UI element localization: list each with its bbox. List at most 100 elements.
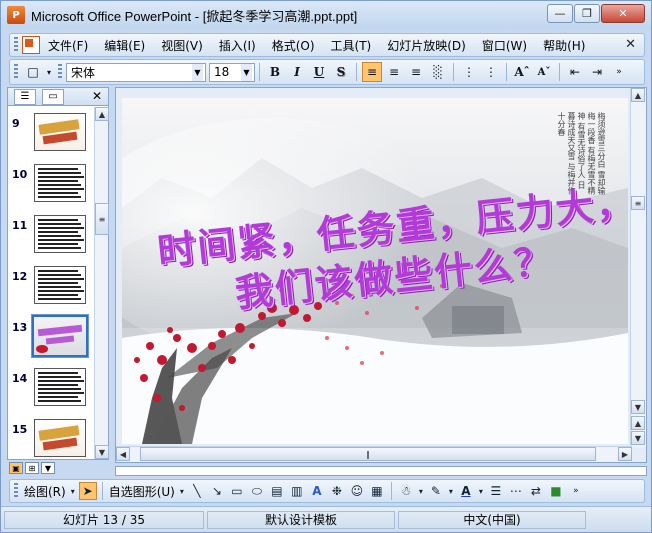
slide-horizontal-scrollbar[interactable]: ◀ ‖ ▶ xyxy=(116,446,632,462)
current-slide[interactable]: 梅须逊雪三分白 雪却输梅一段香 有梅无雪不精神 有雪无诗俗了人 日暮诗成天又雪 … xyxy=(122,98,628,444)
menu-slideshow[interactable]: 幻灯片放映(D) xyxy=(387,37,466,54)
chevron-down-icon[interactable]: ▾ xyxy=(477,482,485,500)
toolbar-options-icon[interactable]: » xyxy=(609,62,629,82)
slide-thumbnail[interactable] xyxy=(31,314,89,358)
notes-pane[interactable] xyxy=(115,466,647,476)
outline-tab-icon[interactable]: ☰ xyxy=(14,88,36,105)
slide-thumbnail-item[interactable]: 11 xyxy=(8,215,94,261)
powerpoint-icon[interactable]: P xyxy=(7,6,25,24)
slide-thumbnail[interactable] xyxy=(34,113,86,151)
fill-color-icon[interactable]: ☃ xyxy=(397,482,415,500)
menu-window[interactable]: 窗口(W) xyxy=(482,37,527,54)
next-slide-icon[interactable]: ▼ xyxy=(631,431,645,445)
menu-tools[interactable]: 工具(T) xyxy=(331,37,372,54)
chevron-down-icon[interactable]: ▾ xyxy=(69,482,77,500)
scroll-down-icon[interactable]: ▼ xyxy=(631,400,645,414)
previous-slide-icon[interactable]: ▲ xyxy=(631,416,645,430)
vertical-textbox-icon[interactable]: ▥ xyxy=(288,482,306,500)
scroll-down-icon[interactable]: ▼ xyxy=(95,445,109,459)
close-button[interactable]: ✕ xyxy=(601,4,645,23)
menu-file[interactable]: 文件(F) xyxy=(48,37,88,54)
toolbar-grip[interactable] xyxy=(14,64,18,80)
bullet-list-icon[interactable]: ⋮ xyxy=(481,62,501,82)
line-icon[interactable]: ╲ xyxy=(188,482,206,500)
panel-scrollbar[interactable]: ▲ ≡ ▼ xyxy=(94,107,109,459)
align-right-icon[interactable]: ≡ xyxy=(406,62,426,82)
font-size-select[interactable]: 18 ▼ xyxy=(209,62,255,82)
slide-vertical-scrollbar[interactable]: ▲ ≡ ▼ ▲ ▼ xyxy=(630,88,646,448)
shadow-button[interactable]: S xyxy=(331,62,351,82)
picture-icon[interactable]: ▦ xyxy=(368,482,386,500)
resize-grip[interactable] xyxy=(589,511,649,529)
scroll-thumb[interactable]: ≡ xyxy=(95,203,109,235)
minimize-button[interactable]: — xyxy=(547,4,573,23)
toolbar-grip[interactable] xyxy=(14,37,18,53)
increase-indent-icon[interactable]: ⇥ xyxy=(587,62,607,82)
scroll-thumb[interactable]: ≡ xyxy=(631,196,645,210)
font-name-select[interactable]: 宋体 ▼ xyxy=(66,62,206,82)
menu-help[interactable]: 帮助(H) xyxy=(543,37,585,54)
chevron-down-icon[interactable]: ▼ xyxy=(192,63,203,81)
autoshapes-button[interactable]: 自选图形(U) xyxy=(109,483,175,500)
align-center-icon[interactable]: ≡ xyxy=(384,62,404,82)
menu-insert[interactable]: 插入(I) xyxy=(219,37,256,54)
slide-thumbnail-item[interactable]: 9 xyxy=(8,113,94,159)
slide-thumbnail[interactable] xyxy=(34,266,86,304)
arrow-icon[interactable]: ↘ xyxy=(208,482,226,500)
slide-thumbnail-item[interactable]: 14 xyxy=(8,368,94,414)
slide-thumbnail[interactable] xyxy=(34,164,86,202)
chevron-down-icon[interactable]: ▼ xyxy=(241,63,252,81)
slide-sorter-icon[interactable]: ⊞ xyxy=(25,462,39,474)
slideshow-view-icon[interactable]: ▼ xyxy=(41,462,55,474)
slide-thumbnail-item[interactable]: 10 xyxy=(8,164,94,210)
slide-thumbnail-item[interactable]: 12 xyxy=(8,266,94,312)
diagram-icon[interactable]: ❉ xyxy=(328,482,346,500)
slides-tab-icon[interactable]: ▭ xyxy=(42,88,64,105)
decrease-font-icon[interactable]: Aˇ xyxy=(534,62,554,82)
horizontal-scroll-thumb[interactable]: ‖ xyxy=(140,447,596,461)
slide-thumbnail-item[interactable]: 13 xyxy=(8,314,94,363)
toolbar-grip[interactable] xyxy=(14,483,18,499)
toolbar-grip[interactable] xyxy=(58,64,62,80)
arrow-style-icon[interactable]: ⇄ xyxy=(527,482,545,500)
chevron-down-icon[interactable]: ▾ xyxy=(447,482,455,500)
toolbar-options-icon[interactable]: » xyxy=(567,482,585,500)
new-document-icon[interactable]: □ xyxy=(23,62,43,82)
scroll-left-icon[interactable]: ◀ xyxy=(116,447,130,461)
draw-menu-button[interactable]: 绘图(R) xyxy=(24,483,66,500)
line-color-icon[interactable]: ✎ xyxy=(427,482,445,500)
scroll-right-icon[interactable]: ▶ xyxy=(618,447,632,461)
distributed-icon[interactable]: ░ xyxy=(428,62,448,82)
close-panel-icon[interactable]: ✕ xyxy=(92,89,102,103)
slide-thumbnail[interactable] xyxy=(34,419,86,457)
font-color-icon[interactable]: A xyxy=(457,482,475,500)
document-icon[interactable] xyxy=(22,36,40,54)
close-document-icon[interactable]: ✕ xyxy=(625,37,636,52)
line-style-icon[interactable]: ☰ xyxy=(487,482,505,500)
menu-view[interactable]: 视图(V) xyxy=(161,37,203,54)
increase-font-icon[interactable]: Aˆ xyxy=(512,62,532,82)
dash-style-icon[interactable]: ⋯ xyxy=(507,482,525,500)
slide-thumbnail-item[interactable]: 15 xyxy=(8,419,94,459)
slide-thumbnail[interactable] xyxy=(34,368,86,406)
decrease-indent-icon[interactable]: ⇤ xyxy=(565,62,585,82)
clipart-icon[interactable]: ☺ xyxy=(348,482,366,500)
dropdown-arrow-icon[interactable]: ▾ xyxy=(45,62,53,82)
slide-thumbnail[interactable] xyxy=(34,215,86,253)
scroll-up-icon[interactable]: ▲ xyxy=(95,107,109,121)
scroll-up-icon[interactable]: ▲ xyxy=(631,88,645,102)
chevron-down-icon[interactable]: ▾ xyxy=(417,482,425,500)
menu-format[interactable]: 格式(O) xyxy=(272,37,315,54)
chevron-down-icon[interactable]: ▾ xyxy=(178,482,186,500)
shadow-style-icon[interactable]: ■ xyxy=(547,482,565,500)
numbered-list-icon[interactable]: ⋮ xyxy=(459,62,479,82)
wordart-icon[interactable]: A xyxy=(308,482,326,500)
underline-button[interactable]: U xyxy=(309,62,329,82)
italic-button[interactable]: I xyxy=(287,62,307,82)
textbox-icon[interactable]: ▤ xyxy=(268,482,286,500)
align-left-icon[interactable]: ≡ xyxy=(362,62,382,82)
select-pointer-icon[interactable]: ➤ xyxy=(78,482,97,500)
bold-button[interactable]: B xyxy=(265,62,285,82)
restore-button[interactable]: ❐ xyxy=(574,4,600,23)
rectangle-icon[interactable]: ▭ xyxy=(228,482,246,500)
